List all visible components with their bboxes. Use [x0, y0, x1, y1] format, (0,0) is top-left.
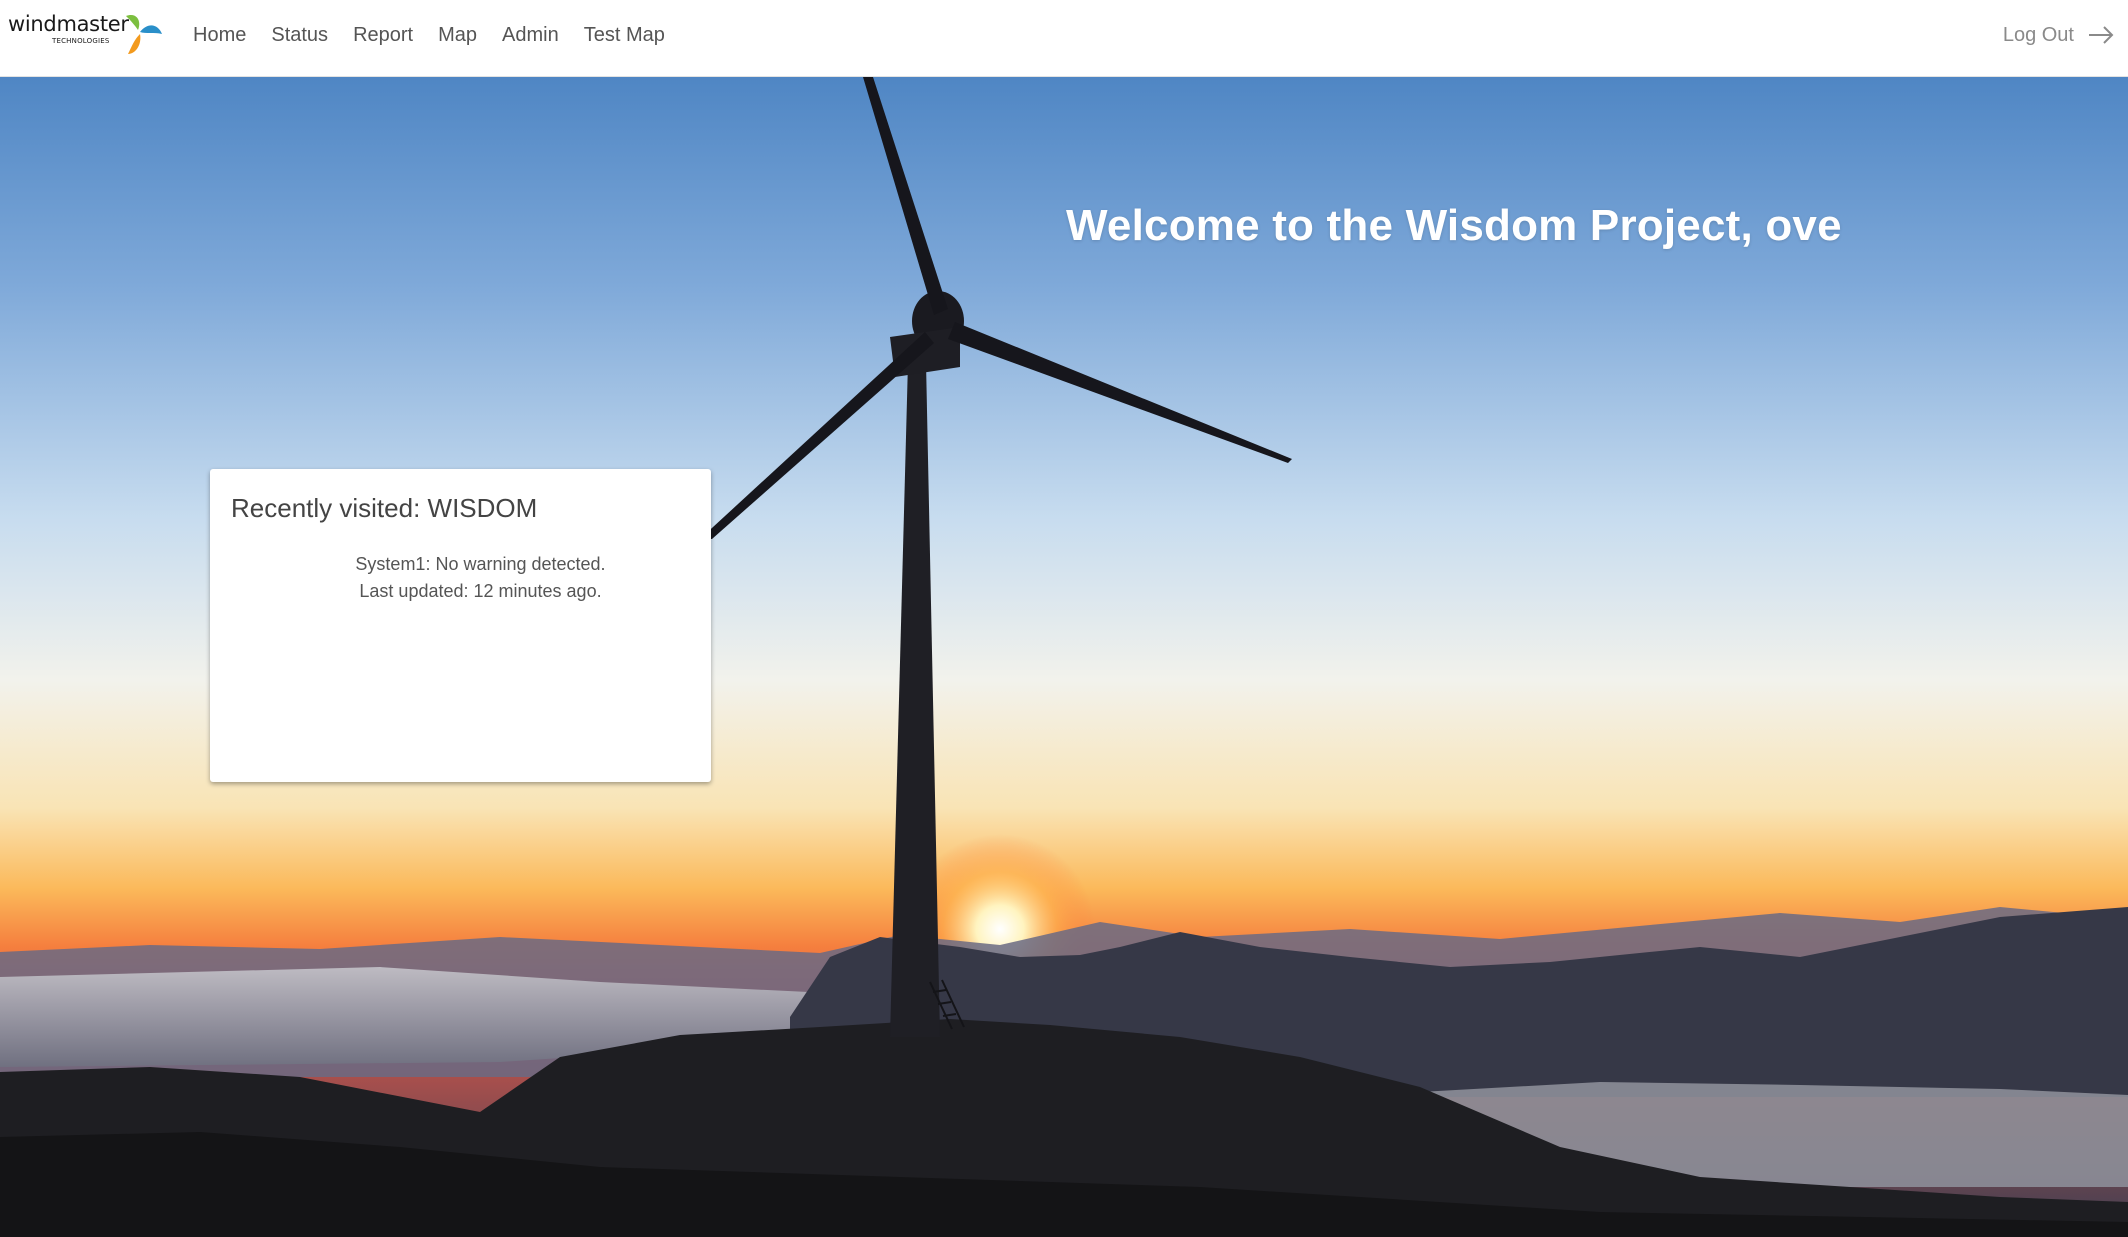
nav-status[interactable]: Status — [271, 24, 328, 47]
brand-name: windmaster — [8, 12, 129, 36]
nav-test-map[interactable]: Test Map — [584, 24, 665, 47]
logout-button[interactable]: Log Out — [2003, 0, 2114, 70]
recently-visited-body: System1: No warning detected. Last updat… — [210, 551, 711, 605]
main-nav: Home Status Report Map Admin Test Map — [193, 0, 690, 70]
logout-arrow-icon — [2089, 26, 2114, 44]
nav-report[interactable]: Report — [353, 24, 413, 47]
recently-visited-card[interactable]: Recently visited: WISDOM System1: No war… — [210, 469, 711, 782]
recently-visited-title: Recently visited: WISDOM — [231, 493, 538, 523]
windmaster-logo-icon — [126, 14, 162, 54]
hero-background: Welcome to the Wisdom Project, ove Recen… — [0, 77, 2128, 1237]
nav-admin[interactable]: Admin — [502, 24, 559, 47]
nav-home[interactable]: Home — [193, 24, 246, 47]
brand-tagline: TECHNOLOGIES — [52, 37, 110, 45]
last-updated-text: Last updated: 12 minutes ago. — [359, 581, 602, 601]
system-status-text: System1: No warning detected. — [355, 554, 606, 574]
top-navbar: windmaster TECHNOLOGIES Home Status Repo… — [0, 0, 2128, 77]
nav-map[interactable]: Map — [438, 24, 477, 47]
logout-label: Log Out — [2002, 23, 2074, 46]
welcome-heading: Welcome to the Wisdom Project, ove — [1066, 201, 1842, 250]
windmaster-logo[interactable]: windmaster TECHNOLOGIES — [8, 10, 162, 66]
